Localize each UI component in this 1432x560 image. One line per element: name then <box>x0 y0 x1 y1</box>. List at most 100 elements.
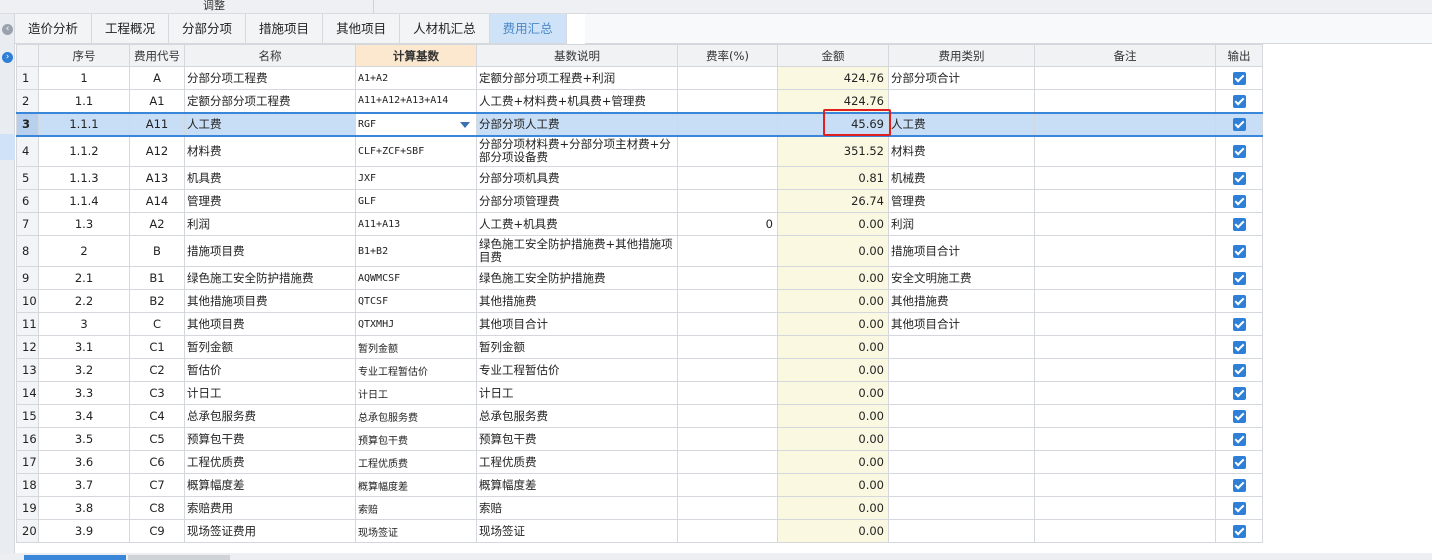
cell-rate[interactable]: 0 <box>677 212 778 236</box>
cell-amount[interactable]: 0.00 <box>777 289 889 313</box>
cell-note[interactable] <box>1034 496 1216 520</box>
table-row[interactable]: 9 2.1 B1 绿色施工安全防护措施费 AQWMCSF 绿色施工安全防护措施费 0.00 安… <box>16 266 1263 290</box>
cell-rate[interactable] <box>677 450 778 474</box>
cell-note[interactable] <box>1034 450 1216 474</box>
tab-measures[interactable]: 措施项目 <box>246 14 324 44</box>
cell-output[interactable] <box>1215 212 1263 236</box>
cell-name[interactable]: 人工费 <box>184 111 356 137</box>
table-row[interactable]: 18 3.7 C7 概算幅度差 概算幅度差 概算幅度差 0.00 <box>16 473 1263 497</box>
collapse-icon[interactable]: ‹ <box>2 24 13 35</box>
cell-rate[interactable] <box>677 166 778 190</box>
cell-calc-base[interactable]: QTXMHJ <box>355 312 477 336</box>
cell-code[interactable]: A <box>129 66 185 90</box>
cell-amount[interactable]: 424.76 <box>777 66 889 90</box>
cell-category[interactable] <box>888 404 1035 428</box>
cell-calc-base[interactable]: A11+A12+A13+A14 <box>355 89 477 113</box>
cell-name[interactable]: 现场签证费用 <box>184 519 356 543</box>
cell-name[interactable]: 利润 <box>184 212 356 236</box>
cell-seq[interactable]: 3 <box>38 312 130 336</box>
output-checkbox[interactable] <box>1232 387 1246 400</box>
cell-amount[interactable]: 0.00 <box>777 450 889 474</box>
cell-note[interactable] <box>1034 381 1216 405</box>
cell-base-desc[interactable]: 概算幅度差 <box>476 473 678 497</box>
cell-note[interactable] <box>1034 212 1216 236</box>
cell-base-desc[interactable]: 定额分部分项工程费+利润 <box>476 66 678 90</box>
cell-output[interactable] <box>1215 358 1263 382</box>
cell-base-desc[interactable]: 分部分项材料费+分部分项主材费+分部分项设备费 <box>476 135 678 167</box>
table-row[interactable]: 14 3.3 C3 计日工 计日工 计日工 0.00 <box>16 381 1263 405</box>
header-name[interactable]: 名称 <box>184 44 356 67</box>
cell-base-desc[interactable]: 分部分项人工费 <box>476 111 678 137</box>
cell-rate[interactable] <box>677 266 778 290</box>
cell-name[interactable]: 暂估价 <box>184 358 356 382</box>
cell-calc-base[interactable]: 索赔 <box>355 496 477 520</box>
cell-rate[interactable] <box>677 189 778 213</box>
cell-code[interactable]: B1 <box>129 266 185 290</box>
cell-base-desc[interactable]: 计日工 <box>476 381 678 405</box>
cell-name[interactable]: 暂列金额 <box>184 335 356 359</box>
cell-output[interactable] <box>1215 111 1263 137</box>
cell-calc-base[interactable]: 暂列金额 <box>355 335 477 359</box>
output-checkbox[interactable] <box>1232 502 1246 515</box>
cell-seq[interactable]: 3.5 <box>38 427 130 451</box>
header-base-desc[interactable]: 基数说明 <box>476 44 678 67</box>
table-row[interactable]: 3 1.1.1 A11 人工费 RGF 分部分项人工费 45.69 人工费 <box>16 111 1263 137</box>
table-row[interactable]: 13 3.2 C2 暂估价 专业工程暂估价 专业工程暂估价 0.00 <box>16 358 1263 382</box>
cell-rate[interactable] <box>677 235 778 267</box>
cell-amount[interactable]: 0.00 <box>777 335 889 359</box>
cell-category[interactable] <box>888 335 1035 359</box>
cell-category[interactable]: 利润 <box>888 212 1035 236</box>
cell-base-desc[interactable]: 预算包干费 <box>476 427 678 451</box>
cell-name[interactable]: 定额分部分项工程费 <box>184 89 356 113</box>
expand-icon[interactable]: › <box>2 52 13 63</box>
cell-code[interactable]: C8 <box>129 496 185 520</box>
cell-note[interactable] <box>1034 189 1216 213</box>
cell-seq[interactable]: 3.1 <box>38 335 130 359</box>
cell-output[interactable] <box>1215 235 1263 267</box>
cell-category[interactable] <box>888 450 1035 474</box>
cell-note[interactable] <box>1034 519 1216 543</box>
table-row[interactable]: 5 1.1.3 A13 机具费 JXF 分部分项机具费 0.81 机械费 <box>16 166 1263 190</box>
cell-rate[interactable] <box>677 381 778 405</box>
cell-name[interactable]: 索赔费用 <box>184 496 356 520</box>
cell-category[interactable]: 其他项目合计 <box>888 312 1035 336</box>
cell-amount[interactable]: 0.00 <box>777 235 889 267</box>
cell-output[interactable] <box>1215 335 1263 359</box>
cell-note[interactable] <box>1034 358 1216 382</box>
table-row[interactable]: 19 3.8 C8 索赔费用 索赔 索赔 0.00 <box>16 496 1263 520</box>
output-checkbox[interactable] <box>1232 433 1246 446</box>
cell-name[interactable]: 措施项目费 <box>184 235 356 267</box>
header-category[interactable]: 费用类别 <box>888 44 1035 67</box>
cell-rate[interactable] <box>677 496 778 520</box>
cell-code[interactable]: C <box>129 312 185 336</box>
cell-note[interactable] <box>1034 404 1216 428</box>
cell-name[interactable]: 计日工 <box>184 381 356 405</box>
cell-amount[interactable]: 0.00 <box>777 519 889 543</box>
cell-calc-base[interactable]: 计日工 <box>355 381 477 405</box>
cell-code[interactable]: A2 <box>129 212 185 236</box>
cell-base-desc[interactable]: 人工费+机具费 <box>476 212 678 236</box>
cell-amount[interactable]: 0.00 <box>777 212 889 236</box>
table-row[interactable]: 15 3.4 C4 总承包服务费 总承包服务费 总承包服务费 0.00 <box>16 404 1263 428</box>
cell-calc-base[interactable]: 专业工程暂估价 <box>355 358 477 382</box>
cell-code[interactable]: C3 <box>129 381 185 405</box>
cell-category[interactable] <box>888 89 1035 113</box>
cell-amount[interactable]: 0.00 <box>777 496 889 520</box>
table-row[interactable]: 10 2.2 B2 其他措施项目费 QTCSF 其他措施费 0.00 其他措施费 <box>16 289 1263 313</box>
table-row[interactable]: 2 1.1 A1 定额分部分项工程费 A11+A12+A13+A14 人工费+材料费+机具… <box>16 89 1263 113</box>
output-checkbox[interactable] <box>1232 295 1246 308</box>
cell-base-desc[interactable]: 其他措施费 <box>476 289 678 313</box>
cell-amount[interactable]: 0.81 <box>777 166 889 190</box>
cell-amount[interactable]: 0.00 <box>777 312 889 336</box>
cell-calc-base[interactable]: RGF <box>355 111 477 137</box>
cell-seq[interactable]: 3.9 <box>38 519 130 543</box>
cell-calc-base[interactable]: A1+A2 <box>355 66 477 90</box>
table-row[interactable]: 7 1.3 A2 利润 A11+A13 人工费+机具费 0 0.00 利润 <box>16 212 1263 236</box>
cell-rate[interactable] <box>677 289 778 313</box>
cell-amount[interactable]: 0.00 <box>777 427 889 451</box>
cell-rate[interactable] <box>677 473 778 497</box>
cell-calc-base[interactable]: 现场签证 <box>355 519 477 543</box>
cell-name[interactable]: 分部分项工程费 <box>184 66 356 90</box>
cell-rate[interactable] <box>677 404 778 428</box>
cell-name[interactable]: 工程优质费 <box>184 450 356 474</box>
